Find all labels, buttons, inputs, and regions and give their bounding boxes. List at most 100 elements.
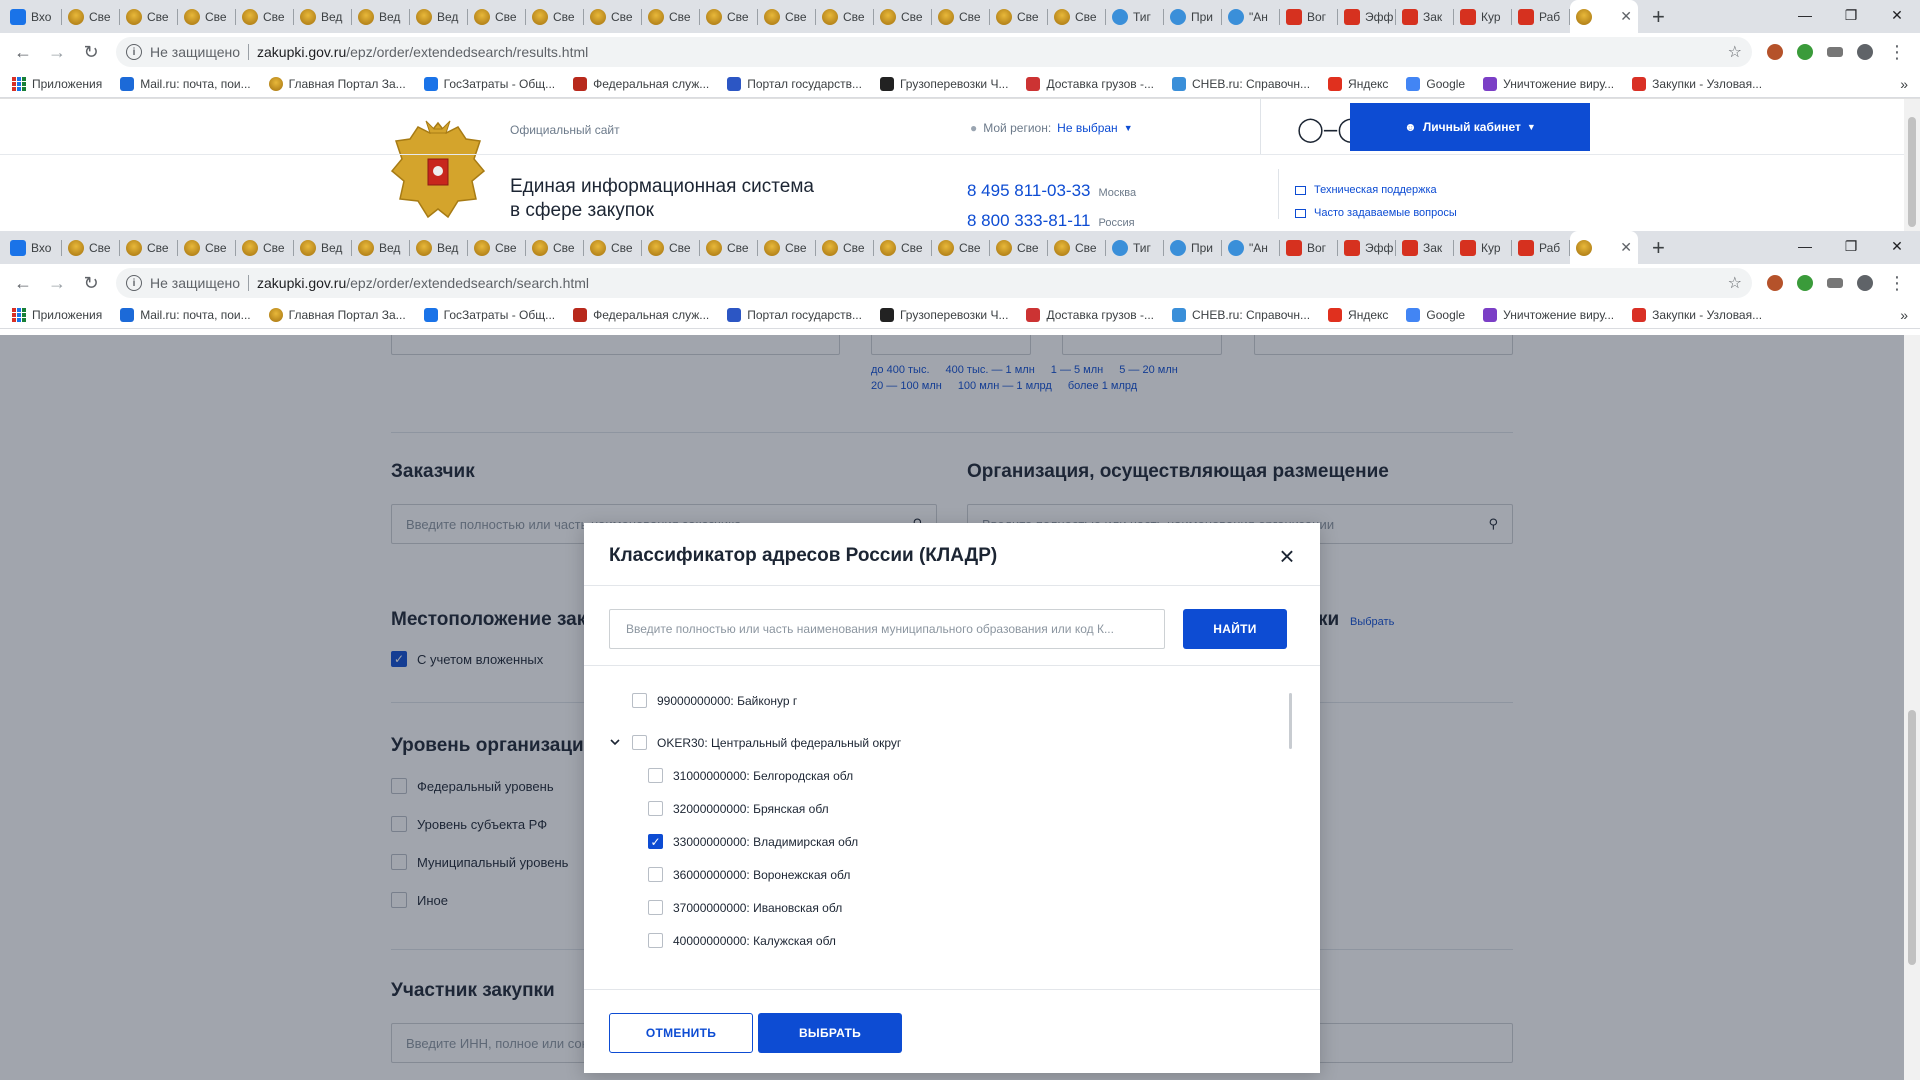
profile-icon[interactable]	[1852, 270, 1878, 296]
tree-item[interactable]: 31000000000: Белгородская обл	[648, 768, 853, 783]
site-title[interactable]: Единая информационная система в сфере за…	[510, 175, 814, 223]
close-icon[interactable]: ×	[1276, 543, 1298, 569]
forward-icon[interactable]: →	[42, 37, 72, 67]
tree-item[interactable]: 40000000000: Калужская обл	[648, 933, 836, 948]
tab[interactable]: Све	[1048, 0, 1106, 33]
bookmark-item[interactable]: Доставка грузов -...	[1026, 308, 1154, 322]
bookmark-item[interactable]: CHEB.ru: Справочн...	[1171, 77, 1310, 91]
new-tab-icon[interactable]: +	[1652, 0, 1665, 33]
bookmark-item[interactable]: Закупки - Узловая...	[1632, 308, 1762, 322]
tab[interactable]: Све	[584, 231, 642, 264]
extension-hat-icon[interactable]	[1822, 39, 1848, 65]
tab[interactable]: Све	[816, 231, 874, 264]
tab[interactable]: Вхо	[4, 231, 62, 264]
tab[interactable]: Вхо	[4, 0, 62, 33]
address-bar[interactable]: i Не защищено zakupki.gov.ru /epz/order/…	[116, 37, 1752, 67]
tab[interactable]: Све	[584, 0, 642, 33]
tab[interactable]: При	[1164, 231, 1222, 264]
checkbox-icon[interactable]	[632, 735, 647, 750]
new-tab-icon[interactable]: +	[1652, 231, 1665, 264]
bookmark-item[interactable]: ГосЗатраты - Общ...	[423, 77, 555, 91]
select-button[interactable]: ВЫБРАТЬ	[758, 1013, 902, 1053]
cancel-button[interactable]: ОТМЕНИТЬ	[609, 1013, 753, 1053]
tab[interactable]: Све	[932, 231, 990, 264]
tab[interactable]: Све	[700, 231, 758, 264]
tab[interactable]: Вед	[294, 231, 352, 264]
tree-item[interactable]: 99000000000: Байконур г	[632, 693, 797, 708]
tab[interactable]: Све	[178, 231, 236, 264]
more-bookmarks-icon[interactable]: »	[1900, 307, 1908, 323]
restore-icon[interactable]: ❐	[1828, 231, 1874, 261]
kladr-search-input[interactable]: Введите полностью или часть наименования…	[609, 609, 1165, 649]
close-tab-icon[interactable]: ✕	[1620, 8, 1632, 25]
minimize-icon[interactable]: —	[1782, 0, 1828, 30]
bookmark-star-icon[interactable]: ☆	[1728, 42, 1742, 62]
bookmark-item[interactable]: Mail.ru: почта, пои...	[120, 308, 251, 322]
close-tab-icon[interactable]: ✕	[1620, 239, 1632, 256]
tab[interactable]: Све	[990, 0, 1048, 33]
bookmark-item[interactable]: Портал государств...	[727, 77, 862, 91]
phone-moscow[interactable]: 8 495 811-03-33	[967, 181, 1091, 200]
tree-scrollbar[interactable]	[1289, 693, 1292, 749]
back-icon[interactable]: ←	[8, 37, 38, 67]
support-link[interactable]: Техническая поддержка	[1295, 179, 1457, 202]
tab-active[interactable]: ✕	[1570, 0, 1638, 33]
tab[interactable]: Вог	[1280, 231, 1338, 264]
tab[interactable]: Эфф	[1338, 0, 1396, 33]
profile-icon[interactable]	[1852, 39, 1878, 65]
tab[interactable]: Све	[758, 0, 816, 33]
bookmark-item[interactable]: Главная Портал За...	[268, 308, 406, 322]
tab[interactable]: "Ан	[1222, 231, 1280, 264]
bookmark-item[interactable]: Федеральная служ...	[573, 308, 709, 322]
bookmark-item[interactable]: Яндекс	[1328, 77, 1388, 91]
tab[interactable]: Све	[526, 0, 584, 33]
info-icon[interactable]: i	[126, 44, 142, 60]
tab[interactable]: Све	[526, 231, 584, 264]
tree-item[interactable]: ✓ 33000000000: Владимирская обл	[648, 834, 858, 849]
reload-icon[interactable]: ↻	[76, 268, 106, 298]
tab[interactable]: Све	[642, 0, 700, 33]
bookmark-item[interactable]: Уничтожение виру...	[1483, 308, 1614, 322]
tab[interactable]: Све	[62, 0, 120, 33]
tab[interactable]: Зак	[1396, 231, 1454, 264]
checkbox-icon[interactable]	[648, 801, 663, 816]
tab[interactable]: Кур	[1454, 231, 1512, 264]
tab[interactable]: При	[1164, 0, 1222, 33]
tab[interactable]: Вед	[410, 231, 468, 264]
checkbox-checked-icon[interactable]: ✓	[648, 834, 663, 849]
close-window-icon[interactable]: ✕	[1874, 0, 1920, 30]
tab[interactable]: Све	[700, 0, 758, 33]
checkbox-icon[interactable]	[648, 900, 663, 915]
bookmark-item[interactable]: Google	[1406, 77, 1465, 91]
bookmark-item[interactable]: Главная Портал За...	[268, 77, 406, 91]
region-value[interactable]: Не выбран	[1057, 121, 1118, 135]
tab[interactable]: Све	[120, 231, 178, 264]
bookmark-item[interactable]: Доставка грузов -...	[1026, 77, 1154, 91]
tree-item[interactable]: 36000000000: Воронежская обл	[648, 867, 850, 882]
bookmark-item[interactable]: Федеральная служ...	[573, 77, 709, 91]
address-bar-2[interactable]: i Не защищено zakupki.gov.ru /epz/order/…	[116, 268, 1752, 298]
menu-icon[interactable]: ⋮	[1882, 37, 1912, 67]
chevron-down-icon[interactable]	[609, 736, 621, 748]
checkbox-icon[interactable]	[632, 693, 647, 708]
bookmark-item[interactable]: Google	[1406, 308, 1465, 322]
personal-cabinet-button[interactable]: ☻ Личный кабинет ▼	[1350, 103, 1590, 151]
restore-icon[interactable]: ❐	[1828, 0, 1874, 30]
tab[interactable]: Вед	[294, 0, 352, 33]
extension-bug-icon[interactable]	[1762, 270, 1788, 296]
info-icon[interactable]: i	[126, 275, 142, 291]
tab[interactable]: Вед	[352, 231, 410, 264]
tab[interactable]: Раб	[1512, 0, 1570, 33]
extension-shield-icon[interactable]	[1792, 270, 1818, 296]
bookmark-item[interactable]: CHEB.ru: Справочн...	[1171, 308, 1310, 322]
tab[interactable]: Кур	[1454, 0, 1512, 33]
tab[interactable]: Све	[990, 231, 1048, 264]
bookmark-item[interactable]: Яндекс	[1328, 308, 1388, 322]
tab[interactable]: Све	[874, 0, 932, 33]
more-bookmarks-icon[interactable]: »	[1900, 76, 1908, 92]
bookmark-item[interactable]: Закупки - Узловая...	[1632, 77, 1762, 91]
bookmark-item[interactable]: Mail.ru: почта, пои...	[120, 77, 251, 91]
tree-item[interactable]: 32000000000: Брянская обл	[648, 801, 829, 816]
tab[interactable]: Эфф	[1338, 231, 1396, 264]
tab[interactable]: Тиг	[1106, 0, 1164, 33]
